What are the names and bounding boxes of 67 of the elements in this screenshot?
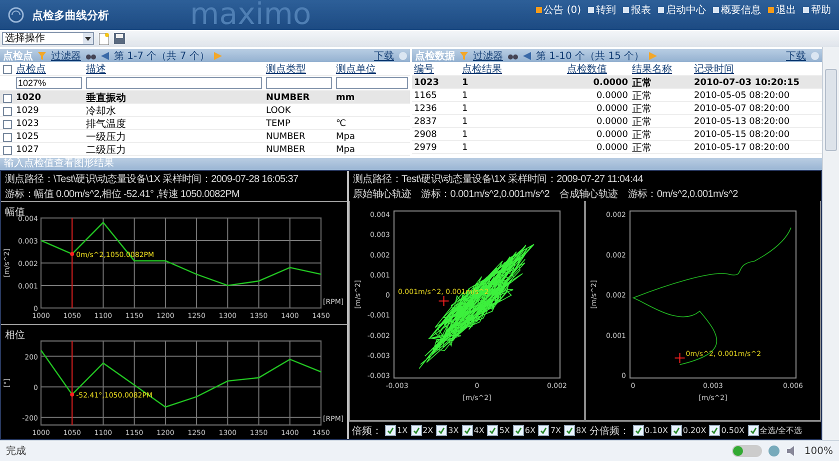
table-cell-text: 1025 (15, 132, 40, 142)
table-cell-text: 2010-07-03 10:20:15 (693, 78, 800, 88)
legend-label: 分倍频： (590, 424, 630, 438)
orbit-title: 合成轴心轨迹 (560, 188, 618, 201)
table-cell-text: 1 (461, 117, 469, 127)
table-cell-text: 正常 (631, 142, 653, 155)
table-cell-text: 0.0000 (596, 130, 629, 140)
info-text: 测点路径：\Test\硬识\动态量设备\1X 采样时间：2009-07-28 16:05:37 (5, 173, 298, 186)
table-cell-text: 冷却水 (85, 104, 117, 118)
table-cell-text: 1 (461, 130, 469, 140)
table-cell-text: 2010-05-15 08:20:00 (693, 130, 791, 140)
orbit-title: 原始轴心轨迹 (353, 188, 412, 201)
table-cell-text: mm (335, 93, 356, 103)
table-cell-text: 正常 (631, 90, 653, 103)
cursor-text: 游标：0m/s^2,0.001m/s^2 (628, 188, 738, 201)
table-cell-text: 排气温度 (85, 118, 127, 131)
app-title: 点检多曲线分析 (32, 8, 110, 22)
table-cell-text: 1236 (413, 104, 438, 114)
table-cell-text: TEMP (265, 119, 292, 129)
table-cell-text: 1020 (15, 93, 42, 103)
table-cell-text: 1 (461, 143, 469, 153)
table-cell-text: 0.0000 (596, 104, 629, 114)
table-cell-text: 1027 (15, 145, 40, 155)
table-cell-text: 2010-05-07 08:20:00 (693, 104, 791, 114)
table-cell-text: 0.0000 (596, 91, 629, 101)
table-cell-text: 正常 (631, 102, 653, 116)
legend-label: 倍频： (352, 424, 382, 438)
table-cell-text: 一级压力 (85, 130, 127, 144)
cursor-text: 游标：0.001m/s^2,0.001m/s^2 (421, 188, 550, 201)
table-cell-text: 2979 (413, 143, 438, 153)
table-cell-text: Mpa (335, 145, 356, 155)
table-cell-text: NUMBER (265, 132, 306, 142)
status-text: 完成 (6, 444, 26, 458)
table-cell-text: 1 (461, 91, 469, 101)
table-cell-text: 正常 (631, 128, 653, 142)
table-cell-text: 1 (461, 78, 470, 88)
table-cell-text: 正常 (631, 116, 653, 129)
table-cell-text: 1 (461, 104, 469, 114)
table-cell-text: 垂直振动 (85, 92, 127, 105)
table-cell-text: 二级压力 (85, 144, 127, 157)
table-cell-text: 0.0000 (596, 117, 629, 127)
table-cell-text: 1023 (15, 119, 40, 129)
chart-title: 相位 (5, 330, 25, 341)
table-cell-text: 1165 (413, 91, 438, 101)
table-cell-text: 0.0000 (592, 78, 629, 88)
table-cell-text: 2010-05-17 08:20:00 (693, 143, 791, 153)
table-cell-text: 1029 (15, 106, 40, 116)
pager-text: 第 1-10 个（共 15 个） (536, 50, 644, 62)
table-title: 点检数据 (415, 50, 455, 62)
table-cell-text: 1023 (413, 78, 440, 88)
table-cell-text: 2010-05-05 08:20:00 (693, 91, 791, 101)
info-text: 游标：幅值 0.00m/s^2,相位 -52.41° ,转速 1050.0082PM (5, 188, 240, 201)
table-cell-text: NUMBER (265, 93, 311, 103)
table-cell-text: 2908 (413, 130, 438, 140)
table-cell-text: 正常 (631, 76, 653, 90)
table-title: 点检点 (3, 50, 33, 62)
section-header: 输入点检值查看图形结果 (0, 158, 822, 170)
table-cell-text: 2837 (413, 117, 438, 127)
table-cell-text: 2010-05-13 08:20:00 (693, 117, 791, 127)
chart-title: 幅值 (5, 207, 25, 218)
info-text: 测点路径：Test\硬识\动态量设备\1X 采样时间：2009-07-27 11:04:44 (353, 173, 643, 186)
table-cell-text: ℃ (335, 119, 348, 129)
table-cell-text: 0.0000 (596, 143, 629, 153)
table-cell-text: LOOK (265, 106, 292, 116)
table-cell-text: NUMBER (265, 145, 306, 155)
table-cell-text: Mpa (335, 132, 356, 142)
pager-text: 第 1-7 个（共 7 个） (114, 50, 210, 62)
